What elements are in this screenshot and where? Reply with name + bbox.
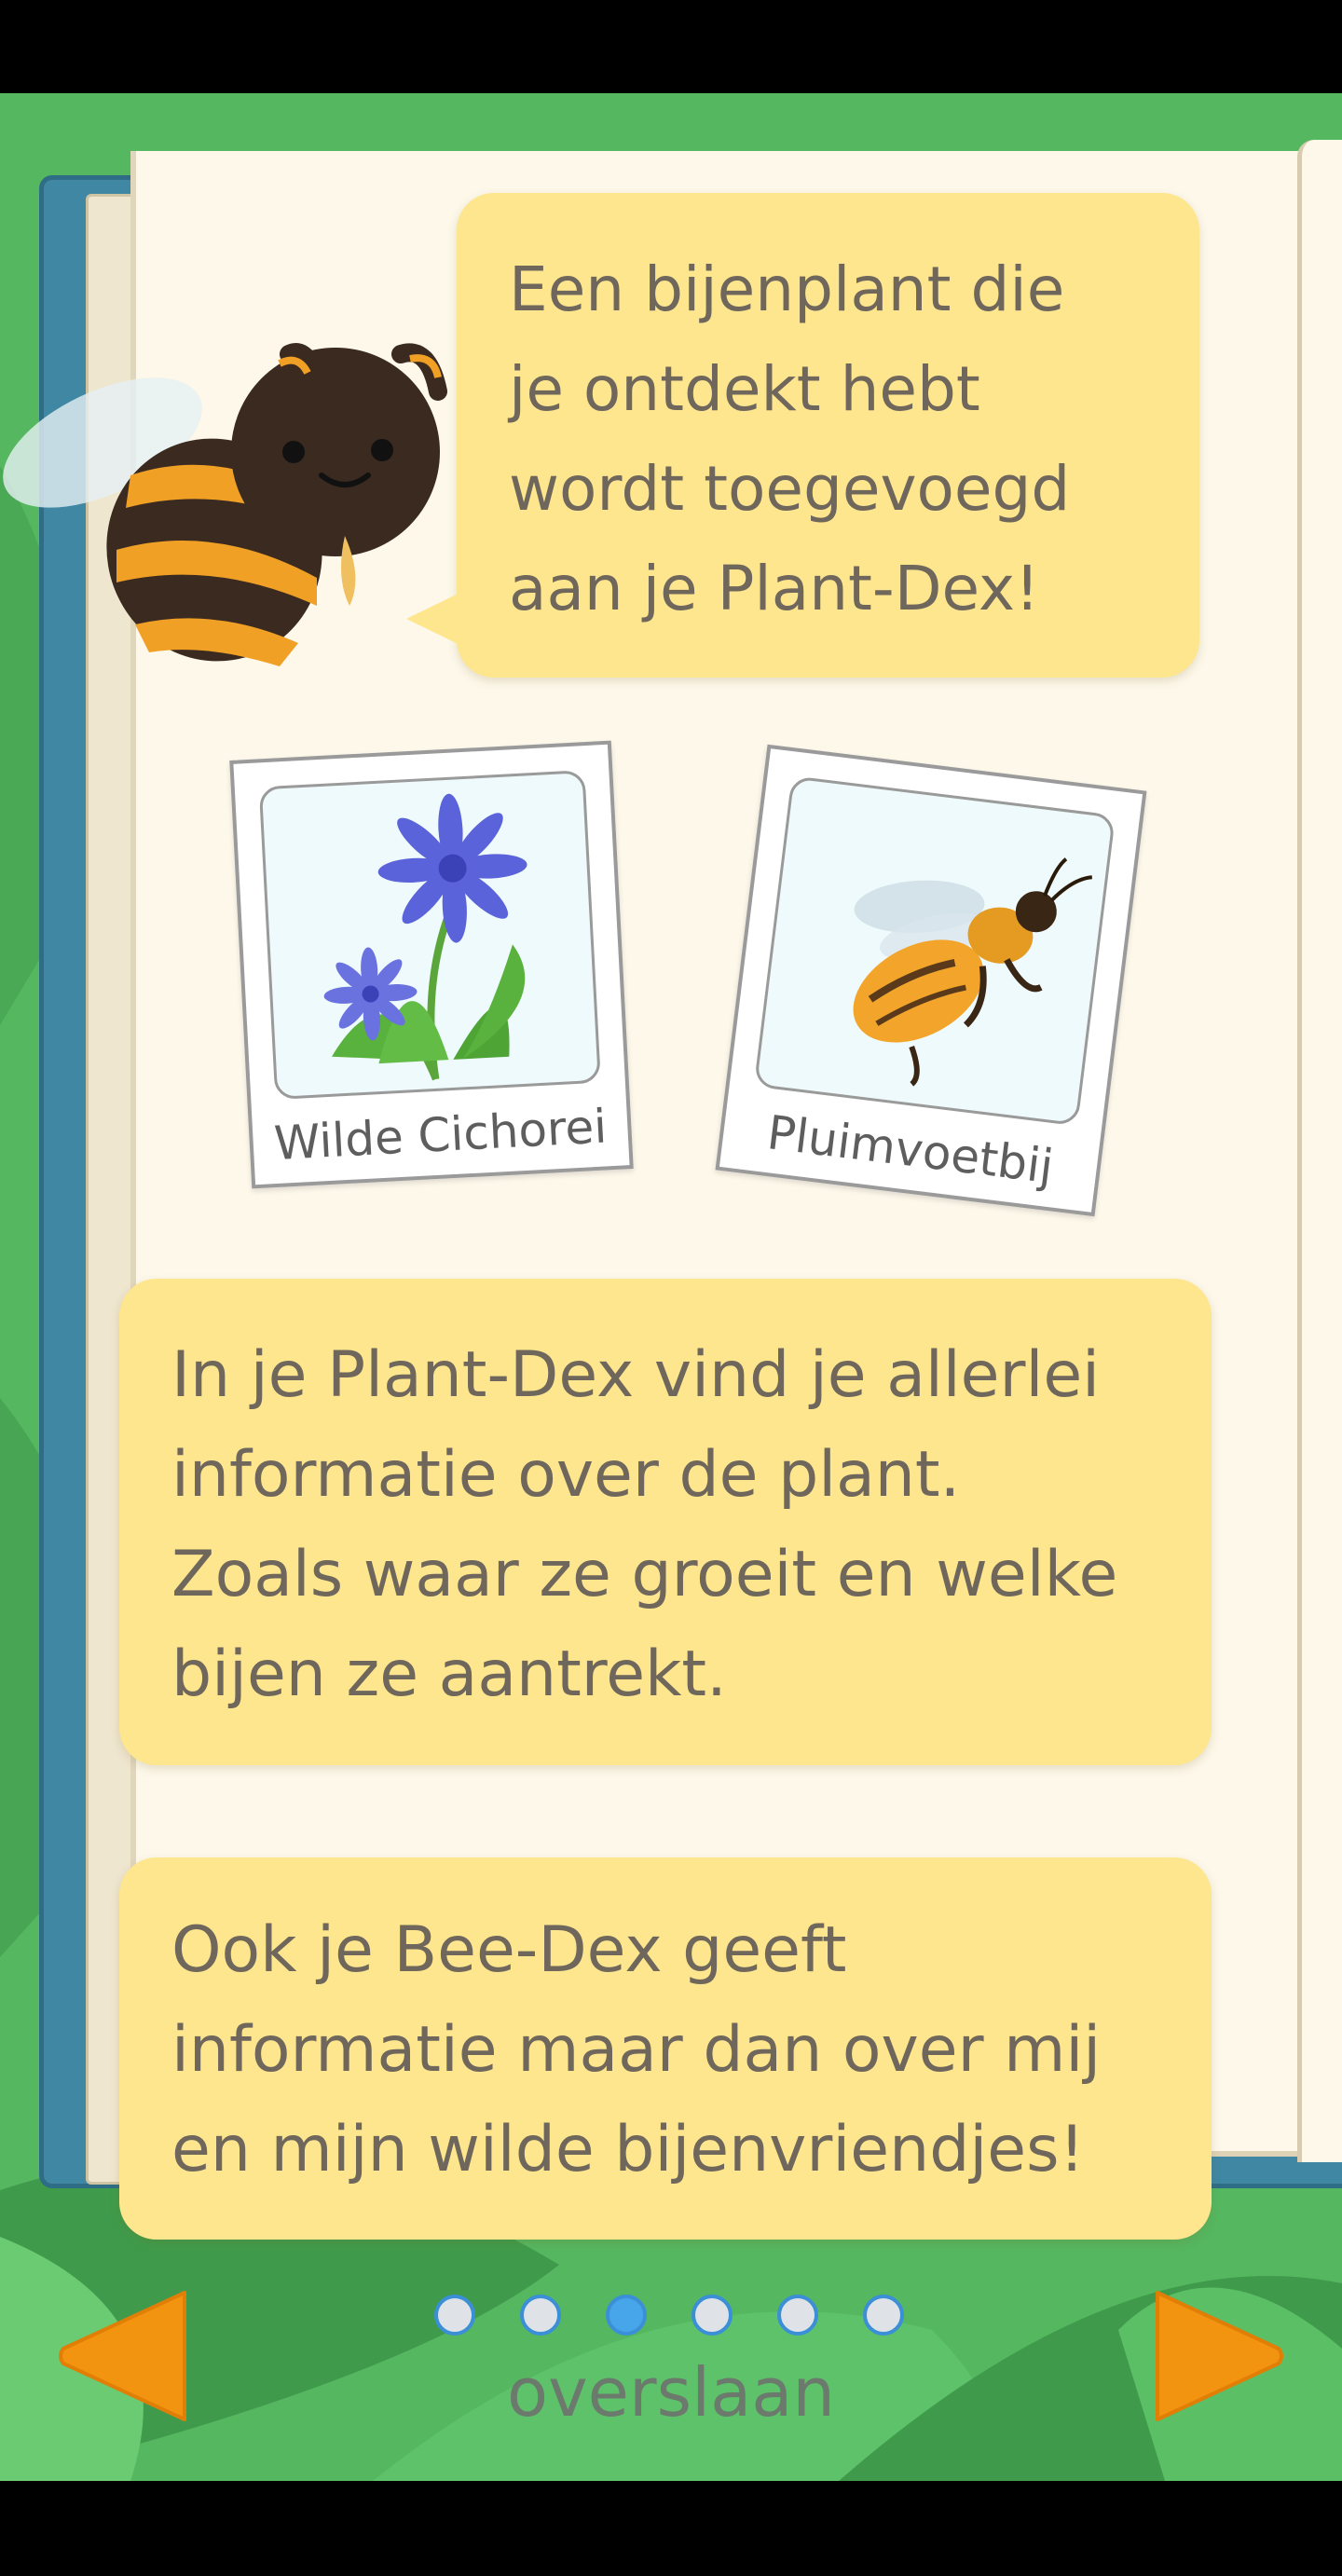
info-line: bijen ze aantrekt.: [171, 1637, 727, 1711]
info-line: informatie maar dan over mij: [171, 2013, 1102, 2087]
bee-card: Pluimvoetbij: [715, 744, 1147, 1217]
arrow-left-icon: [59, 2291, 186, 2421]
page-indicator-dot-active[interactable]: [606, 2295, 647, 2336]
status-bar: [0, 0, 1342, 93]
speech-line: Een bijenplant die: [509, 253, 1065, 325]
skip-button[interactable]: overslaan: [438, 2353, 904, 2432]
speech-line: wordt toegevoegd: [509, 453, 1071, 525]
previous-page-button[interactable]: [54, 2285, 190, 2427]
bee-mascot: [3, 343, 447, 666]
page-indicator-dot[interactable]: [863, 2295, 904, 2336]
arrow-right-icon: [1156, 2291, 1283, 2421]
chicory-flower-icon: [323, 793, 527, 1081]
plant-dex-info-box: In je Plant-Dex vind je allerlei informa…: [119, 1279, 1212, 1765]
speech-line: aan je Plant-Dex!: [509, 553, 1040, 624]
info-line: Ook je Bee-Dex geeft: [171, 1913, 847, 1987]
plant-card-image-frame: [258, 770, 601, 1100]
bee-icon: [853, 857, 1093, 1087]
page-indicator-dot[interactable]: [434, 2295, 475, 2336]
info-line: informatie over de plant.: [171, 1438, 961, 1512]
book-page-right-edge: [1297, 140, 1342, 2162]
bee-dex-info-box: Ook je Bee-Dex geeft informatie maar dan…: [119, 1857, 1212, 2240]
plant-card: Wilde Cichorei: [229, 740, 634, 1189]
plant-card-caption: Wilde Cichorei: [272, 1099, 609, 1172]
bee-card-image-frame: [753, 775, 1116, 1127]
info-line: In je Plant-Dex vind je allerlei: [171, 1338, 1101, 1412]
speech-line: je ontdekt hebt: [509, 353, 980, 425]
page-indicator-dot[interactable]: [777, 2295, 818, 2336]
page-indicator-dot[interactable]: [692, 2295, 733, 2336]
speech-bubble-tail: [406, 587, 472, 651]
mascot-speech-bubble: Een bijenplant die je ontdekt hebt wordt…: [457, 193, 1199, 678]
info-line: Zoals waar ze groeit en welke: [171, 1538, 1118, 1611]
navigation-bar: [0, 2481, 1342, 2576]
info-line: en mijn wilde bijenvriendjes!: [171, 2113, 1085, 2186]
page-indicator-dot[interactable]: [520, 2295, 561, 2336]
next-page-button[interactable]: [1152, 2285, 1288, 2427]
